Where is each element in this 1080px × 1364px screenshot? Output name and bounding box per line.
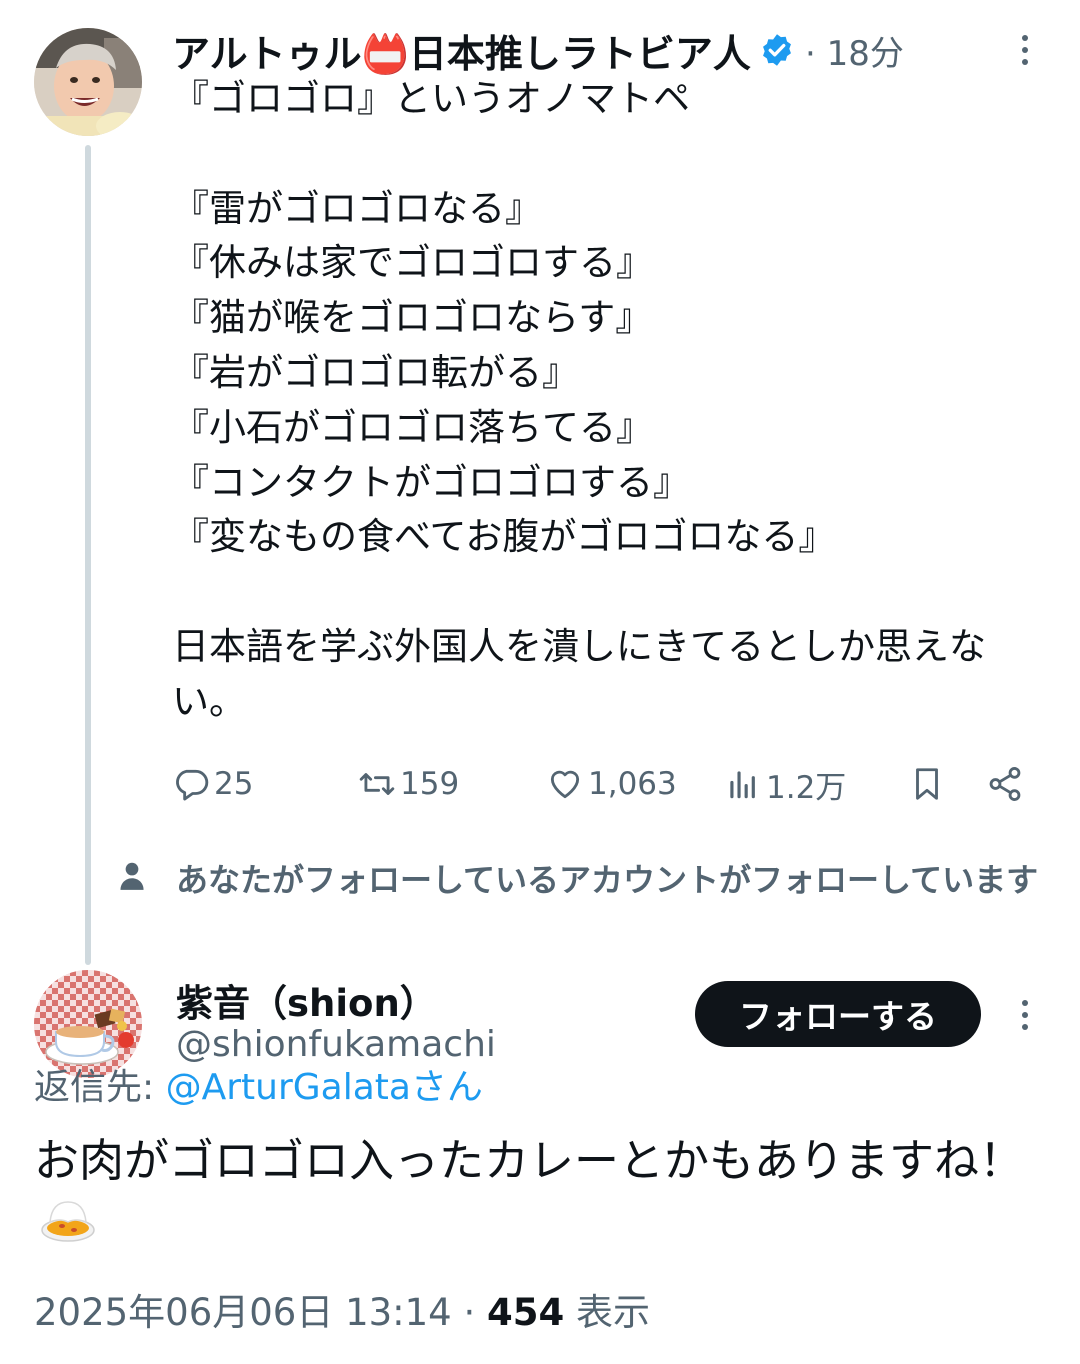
share-button[interactable] [986,756,1028,812]
replying-to-label: 返信先: [34,1067,166,1108]
retweet-button[interactable]: 159 [358,756,459,812]
tweet-time[interactable]: · 18分 [805,26,904,75]
tweet-text: 『ゴロゴロ』というオノマトペ 『雷がゴロゴロなる』 『休みは家でゴロゴロする』 … [172,77,986,723]
person-icon [120,862,144,890]
replying-to-link[interactable]: @ArturGalataさん [166,1067,483,1108]
replying-to: 返信先: @ArturGalataさん [34,1058,483,1110]
retweet-count: 159 [400,766,460,802]
retweet-icon [359,773,395,795]
heart-icon [550,770,580,799]
like-count: 1,063 [588,766,677,802]
curry-rice-emoji-icon [41,1201,95,1242]
reply-count: 25 [214,766,254,802]
bookmark-icon [916,768,938,800]
tweet-header: アルトゥル📛日本推しラトビア人 · 18分 [172,22,1052,78]
reply-button[interactable]: 25 [172,756,253,812]
reply-icon [176,769,209,801]
reply-view-count: 454 [487,1291,565,1334]
more-options-icon[interactable] [1005,25,1045,75]
bookmark-button[interactable] [908,756,950,812]
reply-author-name[interactable]: 紫音（shion） [176,973,437,1027]
author-avatar[interactable] [34,28,142,136]
social-context-text: あなたがフォローしているアカウントがフォローしています [176,861,1039,899]
views-count: 1.2万 [766,769,847,806]
like-button[interactable]: 1,063 [546,756,677,812]
thread-line [85,145,91,965]
reply-timestamp[interactable]: 2025年06月06日 13:14 · 454 表示 [34,1282,650,1336]
verified-badge-icon [759,32,795,68]
reply-more-options-icon[interactable] [1005,990,1045,1040]
tweet-thread: アルトゥル📛日本推しラトビア人 · 18分 『ゴロゴロ』というオノマトペ 『雷が… [0,0,1080,1364]
author-name[interactable]: アルトゥル📛日本推しラトビア人 [172,23,751,78]
views-button[interactable]: 1.2万 [724,756,846,812]
reply-tweet-text: お肉がゴロゴロ入ったカレーとかもありますね！ [34,1130,1044,1254]
tweet-actions: 25 159 1,063 1.2万 [172,756,1042,812]
follow-button[interactable]: フォローする [695,981,981,1047]
views-chart-icon [730,771,755,799]
share-icon [989,767,1021,801]
